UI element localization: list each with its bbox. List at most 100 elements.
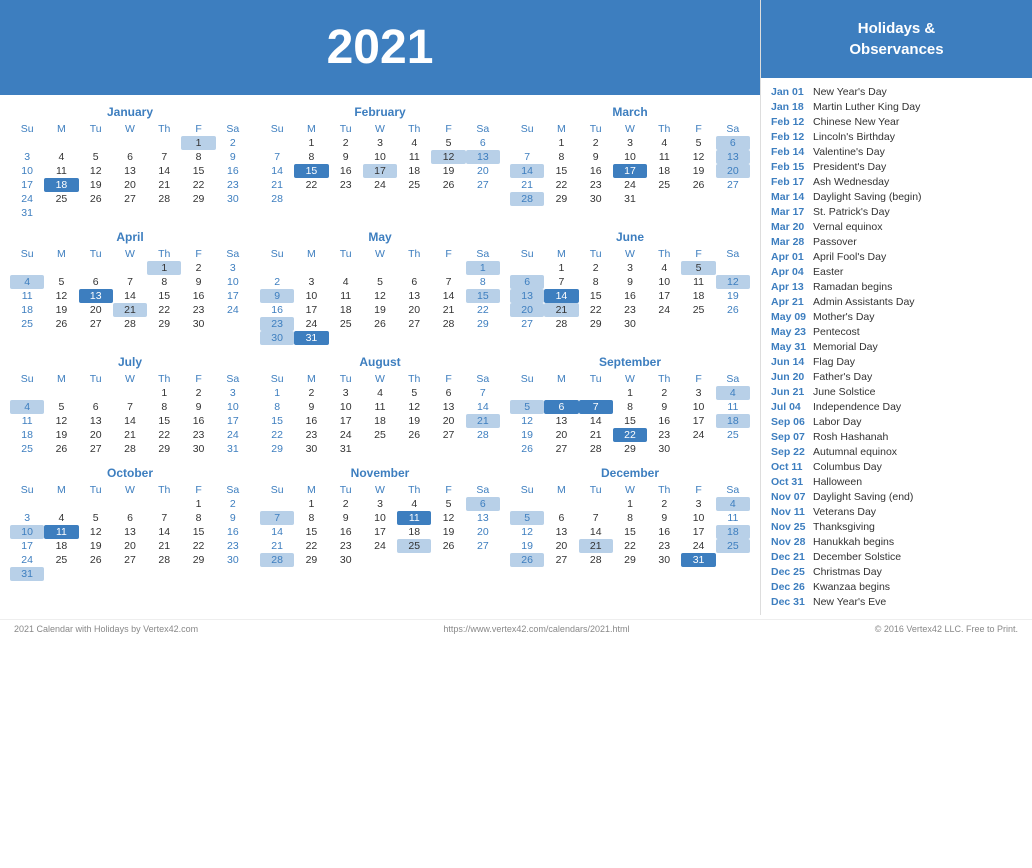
day-empty — [147, 136, 181, 150]
month-july: July SuMTuWThFSa 1 2 3 4 — [10, 355, 250, 456]
calendar-section: 2021 January Su M Tu W Th F Sa — [0, 0, 760, 615]
holiday-item: Nov 11Veterans Day — [771, 504, 1022, 519]
holiday-item: Jan 01New Year's Day — [771, 84, 1022, 99]
holiday-name: President's Day — [813, 161, 886, 173]
holiday-item: Apr 01April Fool's Day — [771, 249, 1022, 264]
dow-f: F — [181, 122, 215, 136]
month-table-april: SuMTuWThFSa 1 2 3 4 5 6 — [10, 247, 250, 331]
holiday-item: Jun 21June Solstice — [771, 384, 1022, 399]
holiday-name: Passover — [813, 236, 857, 248]
holiday-date: Nov 07 — [771, 491, 813, 503]
holiday-item: Dec 21December Solstice — [771, 549, 1022, 564]
holiday-name: Valentine's Day — [813, 146, 885, 158]
month-title-october: October — [10, 466, 250, 480]
month-table-may: SuMTuWThFSa 1 2 3 4 — [260, 247, 500, 345]
day-13: 13 — [113, 164, 147, 178]
holiday-item: Feb 12Lincoln's Birthday — [771, 129, 1022, 144]
holiday-item: Nov 07Daylight Saving (end) — [771, 489, 1022, 504]
holiday-name: Flag Day — [813, 356, 855, 368]
footer-left: 2021 Calendar with Holidays by Vertex42.… — [14, 624, 198, 634]
month-title-february: February — [260, 105, 500, 119]
day-26: 26 — [79, 192, 113, 206]
holiday-date: Jun 21 — [771, 386, 813, 398]
holiday-date: Jun 20 — [771, 371, 813, 383]
holiday-item: Nov 25Thanksgiving — [771, 519, 1022, 534]
day-22: 22 — [181, 178, 215, 192]
dow-th: Th — [147, 122, 181, 136]
holiday-item: May 09Mother's Day — [771, 309, 1022, 324]
holiday-item: Jun 20Father's Day — [771, 369, 1022, 384]
day-31: 31 — [10, 206, 44, 220]
holiday-name: Daylight Saving (end) — [813, 491, 913, 503]
holiday-item: Nov 28Hanukkah begins — [771, 534, 1022, 549]
footer-right: © 2016 Vertex42 LLC. Free to Print. — [875, 624, 1018, 634]
month-title-august: August — [260, 355, 500, 369]
year-header: 2021 — [0, 0, 760, 95]
holiday-date: Dec 26 — [771, 581, 813, 593]
holiday-date: Jun 14 — [771, 356, 813, 368]
day-23: 23 — [216, 178, 250, 192]
month-title-november: November — [260, 466, 500, 480]
day-2: 2 — [216, 136, 250, 150]
day-4: 4 — [44, 150, 78, 164]
holiday-item: Apr 04Easter — [771, 264, 1022, 279]
day-27: 27 — [113, 192, 147, 206]
holiday-name: Memorial Day — [813, 341, 878, 353]
day-29: 29 — [181, 192, 215, 206]
holiday-name: Vernal equinox — [813, 221, 882, 233]
holiday-name: Labor Day — [813, 416, 861, 428]
holiday-name: New Year's Eve — [813, 596, 886, 608]
holiday-name: December Solstice — [813, 551, 901, 563]
footer-center: https://www.vertex42.com/calendars/2021.… — [443, 624, 629, 634]
holiday-name: New Year's Day — [813, 86, 887, 98]
holiday-item: Feb 12Chinese New Year — [771, 114, 1022, 129]
month-table-november: SuMTuWThFSa 1 2 3 4 5 6 7 8 9 — [260, 483, 500, 567]
holiday-date: May 09 — [771, 311, 813, 323]
holiday-item: Apr 21Admin Assistants Day — [771, 294, 1022, 309]
holiday-item: Jul 04Independence Day — [771, 399, 1022, 414]
holiday-date: Dec 25 — [771, 566, 813, 578]
holiday-name: Kwanzaa begins — [813, 581, 890, 593]
holiday-name: Lincoln's Birthday — [813, 131, 895, 143]
holiday-date: Nov 11 — [771, 506, 813, 518]
day-9: 9 — [216, 150, 250, 164]
day-10: 10 — [10, 164, 44, 178]
sidebar-section: Holidays &Observances Jan 01New Year's D… — [760, 0, 1032, 615]
month-title-january: January — [10, 105, 250, 119]
day-7: 7 — [147, 150, 181, 164]
month-february: February SuMTuWThFSa 1 2 3 4 5 6 — [260, 105, 500, 220]
holiday-item: Feb 17Ash Wednesday — [771, 174, 1022, 189]
holiday-date: Apr 01 — [771, 251, 813, 263]
holiday-name: Christmas Day — [813, 566, 882, 578]
holiday-date: Mar 14 — [771, 191, 813, 203]
day-empty — [44, 136, 78, 150]
dow-w: W — [113, 122, 147, 136]
month-march: March SuMTuWThFSa 1 2 3 4 5 6 — [510, 105, 750, 220]
main-container: 2021 January Su M Tu W Th F Sa — [0, 0, 1032, 615]
holiday-name: Hanukkah begins — [813, 536, 894, 548]
months-grid: January Su M Tu W Th F Sa — [10, 95, 750, 581]
holiday-name: Pentecost — [813, 326, 860, 338]
holiday-date: Feb 17 — [771, 176, 813, 188]
month-august: August SuMTuWThFSa 1 2 3 4 5 6 7 — [260, 355, 500, 456]
month-table-july: SuMTuWThFSa 1 2 3 4 5 6 — [10, 372, 250, 456]
holiday-name: Martin Luther King Day — [813, 101, 920, 113]
holiday-name: April Fool's Day — [813, 251, 886, 263]
day-12: 12 — [79, 164, 113, 178]
day-15: 15 — [181, 164, 215, 178]
holiday-item: Dec 26Kwanzaa begins — [771, 579, 1022, 594]
month-october: October SuMTuWThFSa 1 2 — [10, 466, 250, 581]
footer: 2021 Calendar with Holidays by Vertex42.… — [0, 619, 1032, 638]
month-june: June SuMTuWThFSa 1 2 3 4 5 — [510, 230, 750, 345]
holiday-name: St. Patrick's Day — [813, 206, 890, 218]
day-21: 21 — [147, 178, 181, 192]
month-april: April SuMTuWThFSa 1 2 3 — [10, 230, 250, 345]
holiday-date: Feb 12 — [771, 116, 813, 128]
holiday-item: Sep 22Autumnal equinox — [771, 444, 1022, 459]
day-empty — [10, 136, 44, 150]
day-3: 3 — [10, 150, 44, 164]
holiday-date: Oct 31 — [771, 476, 813, 488]
month-table-june: SuMTuWThFSa 1 2 3 4 5 6 7 8 — [510, 247, 750, 331]
month-november: November SuMTuWThFSa 1 2 3 4 5 6 — [260, 466, 500, 581]
sidebar-header: Holidays &Observances — [761, 0, 1032, 78]
